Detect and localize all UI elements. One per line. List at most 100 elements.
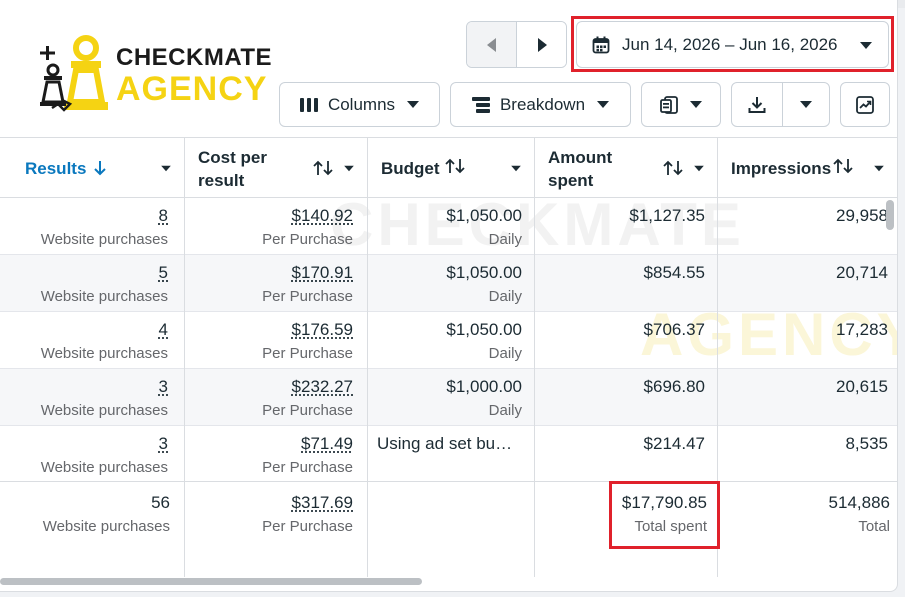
column-header-results[interactable]: Results xyxy=(0,138,184,198)
column-header-cost-per-result[interactable]: Cost per result xyxy=(184,138,367,198)
results-type: Website purchases xyxy=(40,402,168,419)
results-value[interactable]: 3 xyxy=(159,377,168,397)
table-header: Results Cost per result Budget Amount sp… xyxy=(0,137,897,198)
impressions-value: 8,535 xyxy=(845,434,888,453)
chevron-down-icon xyxy=(690,101,702,108)
line-chart-icon xyxy=(856,95,874,114)
vertical-scrollbar[interactable] xyxy=(886,200,894,230)
column-header-impressions[interactable]: Impressions xyxy=(717,138,897,198)
columns-icon xyxy=(299,97,318,112)
cost-per-result-value[interactable]: $176.59 xyxy=(292,320,353,340)
sort-icon xyxy=(313,160,333,176)
budget-type: Daily xyxy=(488,402,522,419)
budget-header-label: Budget xyxy=(381,159,440,178)
total-cost-per-result-value[interactable]: $317.69 xyxy=(292,493,353,513)
amount-spent-value: $214.47 xyxy=(643,434,705,453)
chevron-down-icon xyxy=(874,165,884,172)
horizontal-scrollbar[interactable] xyxy=(0,578,422,585)
chevron-down-icon xyxy=(694,165,704,172)
cost-per-result-value[interactable]: $232.27 xyxy=(292,377,353,397)
table-row[interactable]: 5 Website purchases $170.91 Per Purchase $… xyxy=(0,255,897,312)
table-row[interactable]: 8 Website purchases $140.92 Per Purchase $… xyxy=(0,198,897,255)
budget-value: $1,050.00 xyxy=(446,320,522,339)
breakdown-button[interactable]: Breakdown xyxy=(450,82,631,127)
impressions-value: 20,615 xyxy=(836,377,888,396)
results-value[interactable]: 8 xyxy=(159,206,168,226)
budget-value: $1,050.00 xyxy=(446,263,522,282)
sort-icon xyxy=(445,158,465,174)
sort-icon xyxy=(663,160,683,176)
results-value[interactable]: 5 xyxy=(159,263,168,283)
sort-icon xyxy=(833,158,853,174)
logo-text-agency: AGENCY xyxy=(116,70,268,108)
results-value[interactable]: 3 xyxy=(159,434,168,454)
budget-type: Daily xyxy=(488,231,522,248)
amount-spent-value: $706.37 xyxy=(643,320,705,339)
chevron-right-icon xyxy=(537,37,547,52)
cost-per-result-type: Per Purchase xyxy=(262,402,353,419)
columns-label: Columns xyxy=(327,94,396,114)
arrow-down-icon xyxy=(94,161,106,176)
view-charts-button[interactable] xyxy=(840,82,890,127)
export-options-button[interactable] xyxy=(783,83,829,126)
impressions-header-label: Impressions xyxy=(731,159,832,178)
logo-text-checkmate: CHECKMATE xyxy=(116,44,273,71)
table-row[interactable]: 4 Website purchases $176.59 Per Purchase $… xyxy=(0,312,897,369)
cost-per-result-type: Per Purchase xyxy=(262,288,353,305)
reports-button[interactable] xyxy=(641,82,721,127)
results-value[interactable]: 4 xyxy=(159,320,168,340)
cost-per-result-type: Per Purchase xyxy=(262,459,353,476)
column-divider xyxy=(534,137,535,577)
amount-spent-value: $696.80 xyxy=(643,377,705,396)
cost-per-result-value[interactable]: $170.91 xyxy=(292,263,353,283)
total-impressions-type: Total xyxy=(858,518,890,535)
amount-spent-header-line1: Amount xyxy=(548,148,613,167)
results-type: Website purchases xyxy=(40,345,168,362)
ads-report-panel: CHECKMATE AGENCY CHECKMATE AGENCY Jun 14… xyxy=(0,0,898,592)
chevron-down-icon xyxy=(511,165,521,172)
column-header-amount-spent[interactable]: Amount spent xyxy=(534,138,717,198)
download-button[interactable] xyxy=(732,83,783,126)
table-row[interactable]: 3 Website purchases $232.27 Per Purchase $… xyxy=(0,369,897,426)
amount-spent-value: $854.55 xyxy=(643,263,705,282)
chevron-down-icon xyxy=(344,165,354,172)
results-type: Website purchases xyxy=(40,231,168,248)
total-results-type: Website purchases xyxy=(42,518,170,535)
export-button[interactable] xyxy=(731,82,830,127)
budget-value: Using ad set bu… xyxy=(377,434,513,453)
next-period-button[interactable] xyxy=(517,22,566,67)
cost-per-result-value[interactable]: $140.92 xyxy=(292,206,353,226)
impressions-value: 29,958 xyxy=(836,206,888,225)
amount-spent-header-line2: spent xyxy=(548,171,594,190)
breakdown-label: Breakdown xyxy=(499,94,586,114)
column-header-budget[interactable]: Budget xyxy=(367,138,534,198)
amount-spent-value: $1,127.35 xyxy=(629,206,705,225)
results-type: Website purchases xyxy=(40,288,168,305)
budget-type: Daily xyxy=(488,288,522,305)
budget-type: Daily xyxy=(488,345,522,362)
total-impressions-value: 514,886 xyxy=(828,493,890,512)
chevron-left-icon xyxy=(486,37,496,52)
cost-per-result-header-line1: Cost per xyxy=(198,148,267,167)
table-row[interactable]: 3 Website purchases $71.49 Per Purchase Us… xyxy=(0,426,897,483)
totals-row: 56 Website purchases $317.69 Per Purchase … xyxy=(0,481,897,578)
results-type: Website purchases xyxy=(40,459,168,476)
columns-button[interactable]: Columns xyxy=(279,82,440,127)
cost-per-result-type: Per Purchase xyxy=(262,231,353,248)
cost-per-result-type: Per Purchase xyxy=(262,345,353,362)
reports-stack-icon xyxy=(660,95,678,114)
results-header-label: Results xyxy=(25,159,87,178)
date-nav-group xyxy=(466,21,567,68)
column-divider xyxy=(367,137,368,577)
chess-pawn-logo-icon xyxy=(40,35,108,112)
cost-per-result-value[interactable]: $71.49 xyxy=(301,434,353,454)
chevron-down-icon xyxy=(597,101,610,108)
total-results-value: 56 xyxy=(151,493,170,512)
date-range-highlight-box xyxy=(571,16,894,72)
chevron-down-icon xyxy=(161,165,171,172)
column-divider xyxy=(184,137,185,577)
impressions-value: 17,283 xyxy=(836,320,888,339)
budget-value: $1,000.00 xyxy=(446,377,522,396)
budget-value: $1,050.00 xyxy=(446,206,522,225)
previous-period-button[interactable] xyxy=(467,22,517,67)
